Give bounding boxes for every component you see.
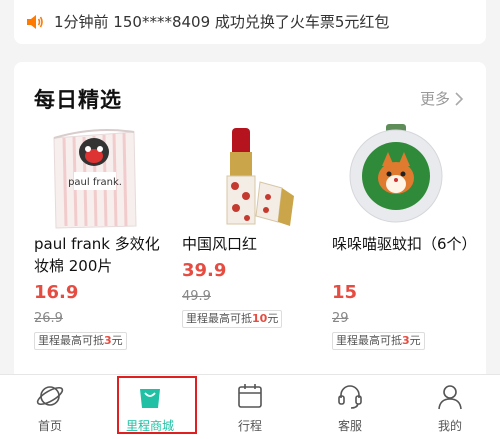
more-label: 更多 [419,90,450,108]
tab-home[interactable]: 首页 [0,375,100,439]
daily-selection-card: 每日精选 更多 paul frank. paul frank 多效化妆棉 200… [14,62,486,382]
mosquito-clip-image [349,124,443,223]
user-icon [438,385,462,410]
section-title: 每日精选 [34,88,122,112]
product-price: 16.9 [34,282,79,303]
bottom-tab-bar: 首页 里程商城 行程 客服 我的 [0,374,500,439]
active-tab-highlight [117,376,197,434]
product-original-price: 49.9 [182,289,211,304]
cotton-pads-image: paul frank. [53,129,137,229]
tab-service[interactable]: 客服 [300,375,400,439]
mileage-tag: 里程最高可抵3元 [332,332,425,350]
tab-itinerary[interactable]: 行程 [200,375,300,439]
product-name: 中国风口红 [182,235,258,253]
notice-text: 1分钟前 150****8409 成功兑换了火车票5元红包 [54,13,390,31]
calendar-icon [238,384,262,408]
lipstick-image [226,128,294,226]
product-name: 哚哚喵驱蚊扣（6个） [332,235,477,253]
chevron-right-icon [455,91,464,106]
product-name: paul frank 多效化妆棉 200片 [34,235,160,275]
product-original-price: 26.9 [34,311,63,326]
notice-bar[interactable]: 1分钟前 150****8409 成功兑换了火车票5元红包 [14,0,486,44]
mileage-tag: 里程最高可抵3元 [34,332,127,350]
svg-text:paul frank.: paul frank. [68,177,122,188]
tab-label: 客服 [337,419,362,433]
mileage-tag: 里程最高可抵10元 [182,310,283,328]
speaker-icon [27,15,43,29]
tab-mine[interactable]: 我的 [400,375,500,439]
product-price: 15 [332,282,358,303]
product-original-price: 29 [332,311,349,326]
tab-label: 首页 [37,419,62,433]
product-price: 39.9 [182,260,227,281]
more-link[interactable]: 更多 [420,88,464,109]
headset-icon [338,385,362,409]
home-planet-icon [36,386,64,406]
tab-label: 我的 [437,419,462,433]
tab-label: 行程 [237,419,262,433]
